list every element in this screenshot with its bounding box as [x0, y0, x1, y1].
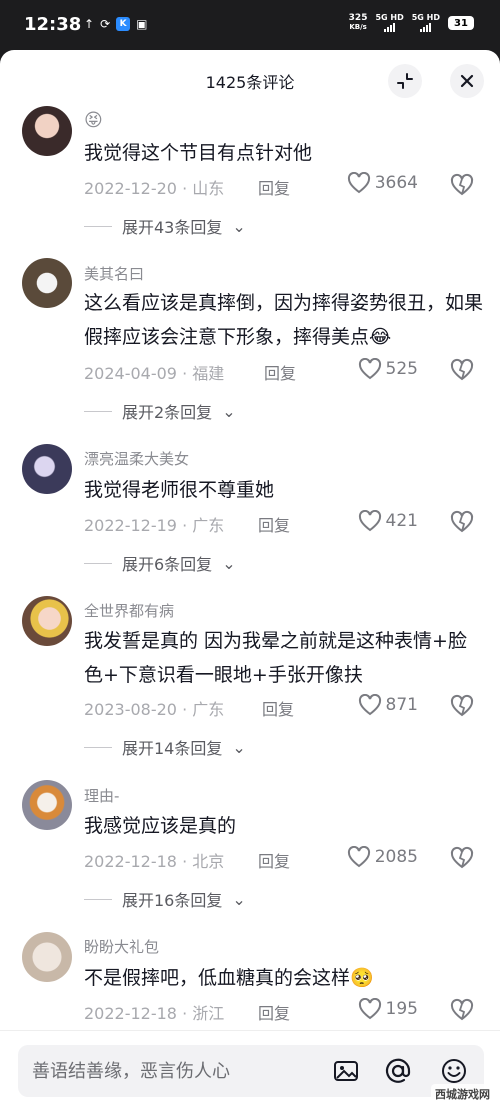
comment-author[interactable]: 全世界都有病	[84, 600, 174, 621]
sync-icon: ⟳	[100, 17, 111, 31]
comment-author[interactable]: 😝	[84, 110, 103, 131]
heart-icon	[358, 358, 381, 380]
heart-icon	[347, 172, 370, 194]
avatar[interactable]	[22, 106, 72, 156]
status-notification-icons: ↑ ⟳ K ▣	[84, 17, 147, 31]
comment-author[interactable]: 美其名曰	[84, 263, 144, 284]
heart-icon	[358, 510, 381, 532]
like-count: 195	[385, 999, 418, 1019]
expand-replies-button[interactable]: 展开16条回复 ⌄	[84, 887, 246, 911]
dislike-icon[interactable]	[450, 846, 474, 870]
chevron-down-icon: ⌄	[222, 553, 236, 573]
like-button[interactable]: 195	[358, 998, 418, 1020]
comment-author[interactable]: 漂亮温柔大美女	[84, 448, 189, 469]
collapse-button[interactable]	[388, 64, 422, 98]
like-count: 421	[385, 511, 418, 531]
like-button[interactable]: 421	[358, 510, 418, 532]
avatar[interactable]	[22, 932, 72, 982]
close-icon	[460, 74, 474, 88]
status-time: 12:38	[24, 14, 82, 35]
reply-button[interactable]: 回复	[258, 512, 290, 536]
heart-icon	[347, 846, 370, 868]
sheet-header: 1425条评论	[0, 50, 500, 108]
chevron-down-icon: ⌄	[222, 401, 236, 421]
like-count: 871	[385, 695, 418, 715]
comment-date-location: 2022-12-18 · 北京	[84, 852, 225, 871]
comment-text: 不是假摔吧，低血糖真的会这样🥺	[84, 967, 374, 989]
comment-input-bar	[0, 1030, 500, 1111]
mention-icon[interactable]	[384, 1057, 412, 1085]
avatar[interactable]	[22, 780, 72, 830]
notification-icon: ▣	[136, 17, 148, 31]
signal-1: 5G HD	[375, 14, 404, 32]
expand-replies-button[interactable]: 展开6条回复 ⌄	[84, 551, 236, 575]
reply-button[interactable]: 回复	[258, 1000, 290, 1024]
app-badge-icon: K	[116, 17, 131, 31]
like-count: 525	[385, 359, 418, 379]
comment-count-title: 1425条评论	[205, 73, 295, 92]
comment-date-location: 2024-04-09 · 福建	[84, 364, 225, 383]
chevron-down-icon: ⌄	[232, 737, 246, 757]
signal-bars-icon	[420, 22, 432, 32]
comment-text: 我感觉应该是真的	[84, 815, 237, 837]
upload-arrow-icon: ↑	[84, 17, 95, 31]
comment-text: 我发誓是真的 因为我晕之前就是这种表情+脸色+下意识看一眼地+手张开像扶	[84, 630, 467, 686]
status-bar: 12:38 ↑ ⟳ K ▣ 325 KB/s 5G HD 5G HD 31	[0, 0, 500, 48]
avatar[interactable]	[22, 596, 72, 646]
image-icon[interactable]	[332, 1057, 360, 1085]
reply-button[interactable]: 回复	[258, 175, 290, 199]
chevron-down-icon: ⌄	[232, 216, 246, 236]
reply-button[interactable]: 回复	[262, 696, 294, 720]
comment-sheet: 1425条评论 😝 我觉得这个节目有点针对他 2022-12-20 · 山东 回…	[0, 50, 500, 1111]
comment-date-location: 2023-08-20 · 广东	[84, 700, 225, 719]
comment-input[interactable]	[32, 1045, 322, 1097]
comment-text: 这么看应该是真摔倒，因为摔得姿势很丑，如果假摔应该会注意下形象，摔得美点😂	[84, 292, 484, 348]
signal-2: 5G HD	[412, 14, 440, 32]
chevron-down-icon: ⌄	[232, 889, 246, 909]
reply-button[interactable]: 回复	[264, 360, 296, 384]
reply-button[interactable]: 回复	[258, 848, 290, 872]
comment-author[interactable]: 盼盼大礼包	[84, 936, 159, 957]
network-speed: 325 KB/s	[348, 13, 368, 32]
comment-input-box	[18, 1045, 484, 1097]
comment-text: 我觉得这个节目有点针对他	[84, 142, 313, 164]
comment-author[interactable]: 理由-	[84, 785, 119, 806]
dislike-icon[interactable]	[450, 173, 474, 197]
expand-replies-button[interactable]: 展开14条回复 ⌄	[84, 735, 246, 759]
status-right-group: 325 KB/s 5G HD 5G HD 31	[349, 14, 474, 32]
emoji-icon[interactable]	[440, 1057, 468, 1085]
comment-date-location: 2022-12-20 · 山东	[84, 179, 225, 198]
avatar[interactable]	[22, 258, 72, 308]
dislike-icon[interactable]	[450, 358, 474, 382]
dislike-icon[interactable]	[450, 510, 474, 534]
signal-bars-icon	[384, 22, 396, 32]
heart-icon	[358, 694, 381, 716]
like-count: 2085	[374, 847, 418, 867]
like-button[interactable]: 525	[358, 358, 418, 380]
comment-date-location: 2022-12-18 · 浙江	[84, 1004, 225, 1023]
avatar[interactable]	[22, 444, 72, 494]
collapse-arrows-icon	[397, 73, 413, 89]
expand-replies-button[interactable]: 展开43条回复 ⌄	[84, 214, 246, 238]
like-button[interactable]: 3664	[347, 172, 418, 194]
like-button[interactable]: 2085	[347, 846, 418, 868]
close-button[interactable]	[450, 64, 484, 98]
expand-replies-button[interactable]: 展开2条回复 ⌄	[84, 399, 236, 423]
like-count: 3664	[374, 173, 418, 193]
comment-text: 我觉得老师很不尊重她	[84, 479, 275, 501]
battery-icon: 31	[448, 16, 474, 30]
dislike-icon[interactable]	[450, 694, 474, 718]
like-button[interactable]: 871	[358, 694, 418, 716]
heart-icon	[358, 998, 381, 1020]
comment-date-location: 2022-12-19 · 广东	[84, 516, 225, 535]
watermark: 西城游戏网	[431, 1084, 494, 1104]
dislike-icon[interactable]	[450, 998, 474, 1022]
